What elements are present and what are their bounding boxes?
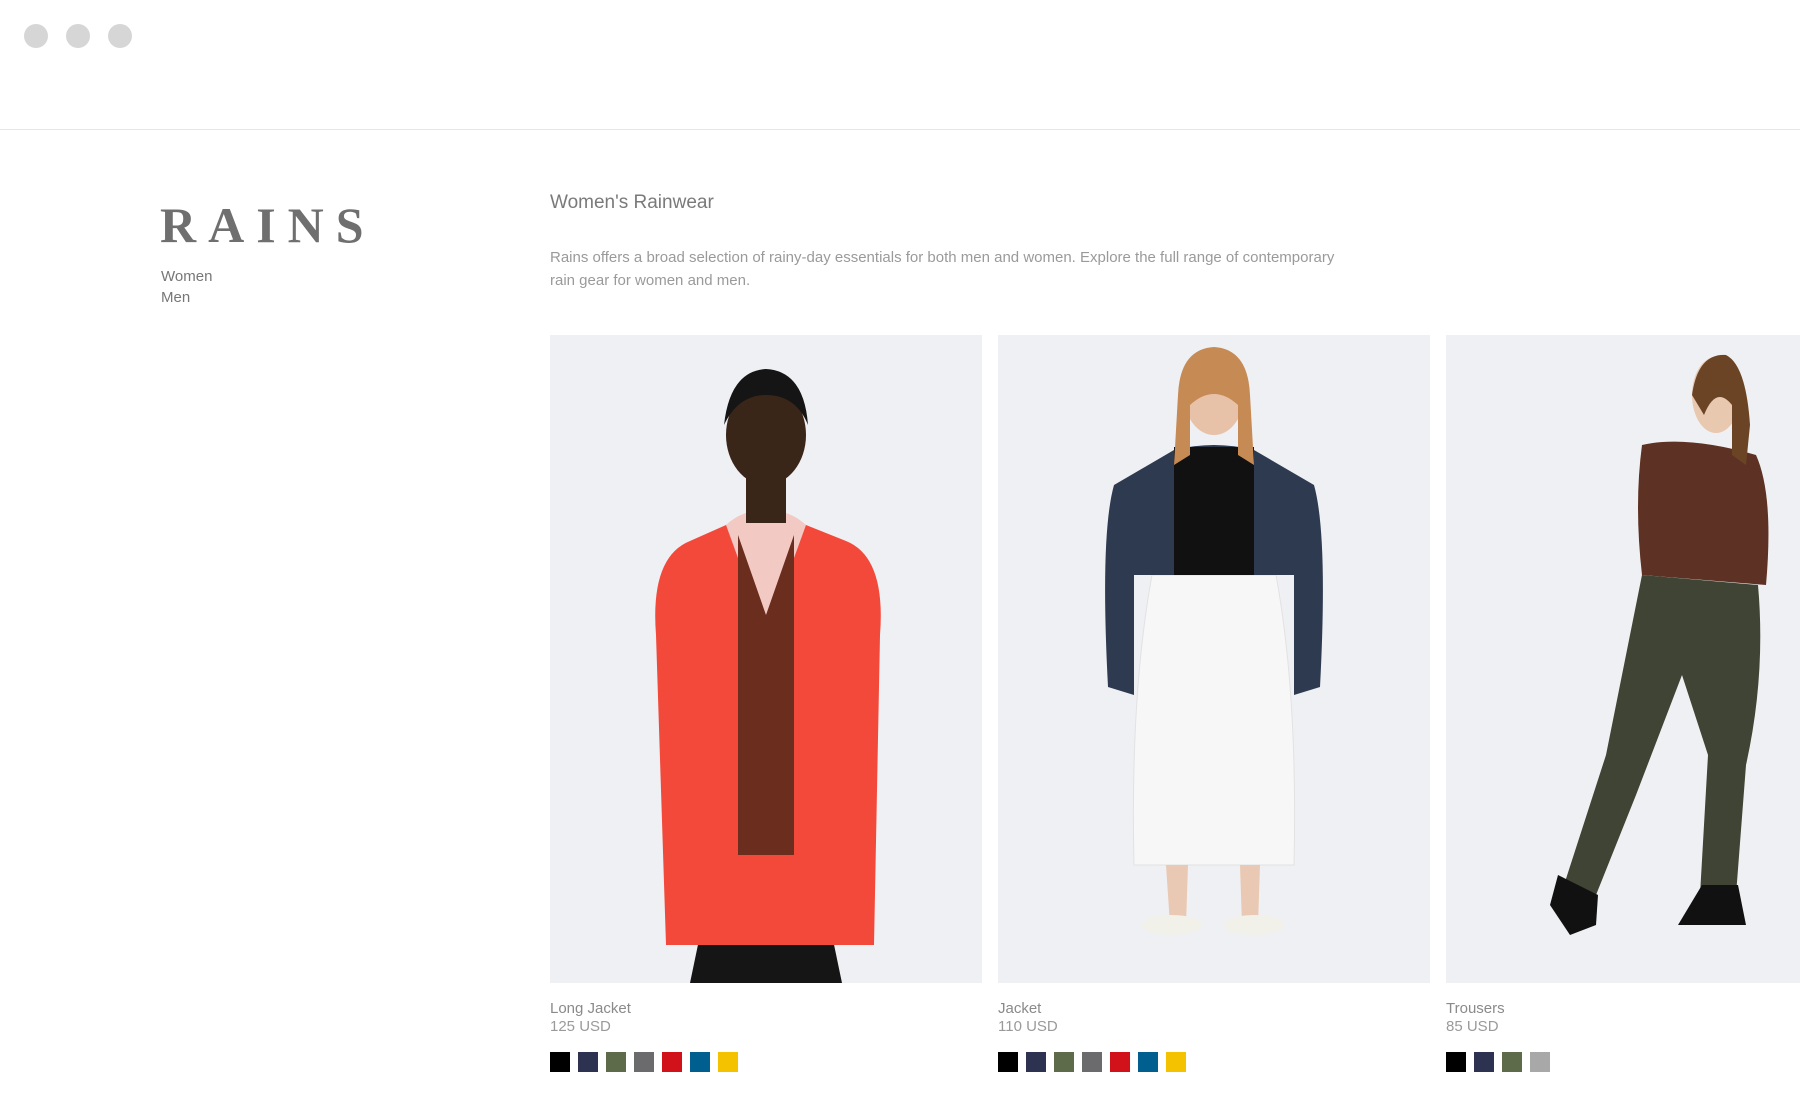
page-title: Women's Rainwear <box>550 192 714 213</box>
color-swatches <box>550 1052 982 1072</box>
color-swatch[interactable] <box>1474 1052 1494 1072</box>
product-card[interactable]: Trousers 85 USD <box>1446 335 1800 1072</box>
product-price: 85 USD <box>1446 1018 1499 1035</box>
product-price: 110 USD <box>998 1018 1058 1035</box>
color-swatch[interactable] <box>1166 1052 1186 1072</box>
color-swatch[interactable] <box>1502 1052 1522 1072</box>
model-illustration <box>655 369 881 983</box>
color-swatches <box>1446 1052 1800 1072</box>
color-swatch[interactable] <box>578 1052 598 1072</box>
color-swatch[interactable] <box>662 1052 682 1072</box>
color-swatch[interactable] <box>1054 1052 1074 1072</box>
product-photo[interactable] <box>1446 335 1800 983</box>
color-swatch[interactable] <box>1530 1052 1550 1072</box>
product-card[interactable]: Long Jacket 125 USD <box>550 335 982 1072</box>
color-swatch[interactable] <box>550 1052 570 1072</box>
color-swatch[interactable] <box>1446 1052 1466 1072</box>
window-minimize-button[interactable] <box>66 24 90 48</box>
category-description: Rains offers a broad selection of rainy-… <box>550 249 1335 289</box>
color-swatch[interactable] <box>1110 1052 1130 1072</box>
category-nav: Women Men <box>161 266 212 308</box>
product-price: 125 USD <box>550 1018 611 1035</box>
product-name[interactable]: Jacket <box>998 999 1430 1018</box>
window-close-button[interactable] <box>24 24 48 48</box>
model-illustration <box>1550 354 1769 935</box>
color-swatch[interactable] <box>1082 1052 1102 1072</box>
color-swatch[interactable] <box>634 1052 654 1072</box>
color-swatch[interactable] <box>998 1052 1018 1072</box>
model-illustration <box>1105 347 1323 935</box>
window-maximize-button[interactable] <box>108 24 132 48</box>
product-name[interactable]: Trousers <box>1446 999 1800 1018</box>
browser-chrome <box>0 0 1800 130</box>
color-swatch[interactable] <box>1138 1052 1158 1072</box>
color-swatch[interactable] <box>690 1052 710 1072</box>
nav-item-women[interactable]: Women <box>161 266 212 287</box>
color-swatches <box>998 1052 1430 1072</box>
color-swatch[interactable] <box>718 1052 738 1072</box>
product-photo[interactable] <box>998 335 1430 983</box>
color-swatch[interactable] <box>1026 1052 1046 1072</box>
product-card[interactable]: Jacket 110 USD <box>998 335 1430 1072</box>
product-photo[interactable] <box>550 335 982 983</box>
rains-logo[interactable]: RAINS <box>160 200 376 250</box>
color-swatch[interactable] <box>606 1052 626 1072</box>
product-name[interactable]: Long Jacket <box>550 999 982 1018</box>
nav-item-men[interactable]: Men <box>161 287 212 308</box>
